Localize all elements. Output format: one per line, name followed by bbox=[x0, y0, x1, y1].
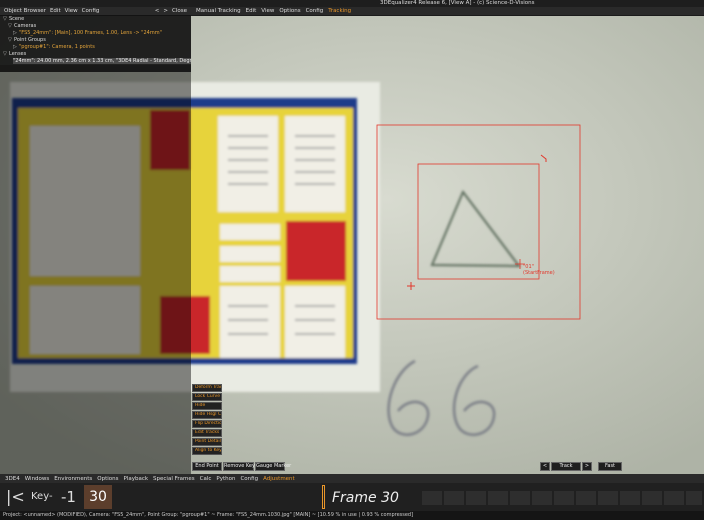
menu-environments[interactable]: Environments bbox=[54, 476, 92, 482]
hide-ctrls-button[interactable]: Hide Hsgl Ctrls bbox=[192, 411, 222, 419]
ob-menu-edit[interactable]: Edit bbox=[50, 8, 61, 14]
window-title: 3DEqualizer4 Release 6, [View A] - (c) S… bbox=[380, 0, 535, 6]
menu-calc[interactable]: Calc bbox=[200, 476, 212, 482]
key-value: -1 bbox=[61, 488, 76, 506]
timeline-bar[interactable]: |< Key- -1 30 Frame 30 bbox=[0, 483, 704, 511]
fast-button[interactable]: Fast bbox=[598, 462, 622, 471]
ob-menu-view[interactable]: View bbox=[65, 8, 78, 14]
track-forward-button[interactable]: > bbox=[582, 462, 592, 471]
timeline-cursor[interactable] bbox=[322, 485, 325, 509]
point-sublabel: (StartFrame) bbox=[523, 270, 555, 276]
status-bar: Project: <unnamed> (MODIFIED), Camera: "… bbox=[0, 511, 704, 520]
deform-track-button[interactable]: Deform Track bbox=[192, 384, 222, 392]
menu-config[interactable]: Config bbox=[306, 8, 324, 14]
menu-manual-tracking[interactable]: Manual Tracking bbox=[196, 8, 241, 14]
key-label: Key- bbox=[31, 491, 53, 502]
track-button[interactable]: Track bbox=[551, 462, 581, 471]
tree-item-point-group[interactable]: ▷ "pgroup#1": Camera, 1 points bbox=[13, 44, 95, 50]
remove-key-button[interactable]: Remove Key bbox=[223, 462, 255, 471]
menu-3de4[interactable]: 3DE4 bbox=[5, 476, 20, 482]
hide-button[interactable]: Hide bbox=[192, 402, 222, 410]
timeline-ticks bbox=[422, 491, 702, 505]
edit-tracks-button[interactable]: Edit Tracks bbox=[192, 429, 222, 437]
menu-view[interactable]: View bbox=[261, 8, 274, 14]
lock-curve-button[interactable]: Lock Curve bbox=[192, 393, 222, 401]
end-point-button[interactable]: End Point bbox=[192, 462, 222, 471]
ob-menu-config[interactable]: Config bbox=[82, 8, 100, 14]
menu-special-frames[interactable]: Special Frames bbox=[153, 476, 195, 482]
menu-edit[interactable]: Edit bbox=[246, 8, 257, 14]
track-backward-button[interactable]: < bbox=[540, 462, 550, 471]
menu-config-bottom[interactable]: Config bbox=[240, 476, 258, 482]
menu-playback[interactable]: Playback bbox=[124, 476, 149, 482]
flip-direction-button[interactable]: Flip Direction bbox=[192, 420, 222, 428]
tree-item-lens[interactable]: "24mm": 24.00 mm, 2.36 cm x 1.33 cm, "3D… bbox=[13, 58, 191, 64]
tree-item-lenses[interactable]: ▽ Lenses bbox=[3, 51, 26, 57]
tree-item-scene[interactable]: ▽ Scene bbox=[3, 16, 24, 22]
object-browser-menu: Object Browser Edit View Config < > Clos… bbox=[0, 7, 191, 15]
tree-item-cameras[interactable]: ▽ Cameras bbox=[8, 23, 36, 29]
ob-back-button[interactable]: < bbox=[155, 7, 160, 15]
ob-forward-button[interactable]: > bbox=[163, 7, 168, 15]
frame-label: Frame 30 bbox=[332, 490, 399, 506]
menu-windows[interactable]: Windows bbox=[25, 476, 50, 482]
menu-options-bottom[interactable]: Options bbox=[97, 476, 118, 482]
menu-adjustment[interactable]: Adjustment bbox=[263, 476, 295, 482]
align-to-key-button[interactable]: Align to Key bbox=[192, 447, 222, 455]
menu-python[interactable]: Python bbox=[216, 476, 235, 482]
gauge-marker-button[interactable]: Gauge Marker bbox=[255, 462, 291, 471]
tree-item-camera[interactable]: ▷ "FS5_24mm": [Main], 100 Frames, 1.00, L… bbox=[13, 30, 162, 36]
object-tree: ▽ Scene ▽ Cameras ▷ "FS5_24mm": [Main], 100… bbox=[0, 15, 191, 72]
window-titlebar: 3DEqualizer4 Release 6, [View A] - (c) S… bbox=[0, 0, 704, 7]
menu-tracking[interactable]: Tracking bbox=[328, 8, 351, 14]
tree-item-point-groups[interactable]: ▽ Point Groups bbox=[8, 37, 46, 43]
ob-menu-object-browser[interactable]: Object Browser bbox=[4, 8, 46, 14]
manual-tracking-menu: Manual Tracking Edit View Options Config… bbox=[191, 7, 704, 15]
menu-options[interactable]: Options bbox=[279, 8, 300, 14]
ob-close-button[interactable]: Close bbox=[172, 7, 187, 15]
point-details-button[interactable]: Point Details bbox=[192, 438, 222, 446]
object-browser-panel: Object Browser Edit View Config < > Clos… bbox=[0, 7, 191, 474]
go-to-start-icon[interactable]: |< bbox=[6, 487, 25, 507]
main-bottom-menu: 3DE4 Windows Environments Options Playba… bbox=[0, 474, 704, 483]
current-frame-field[interactable]: 30 bbox=[84, 485, 112, 509]
